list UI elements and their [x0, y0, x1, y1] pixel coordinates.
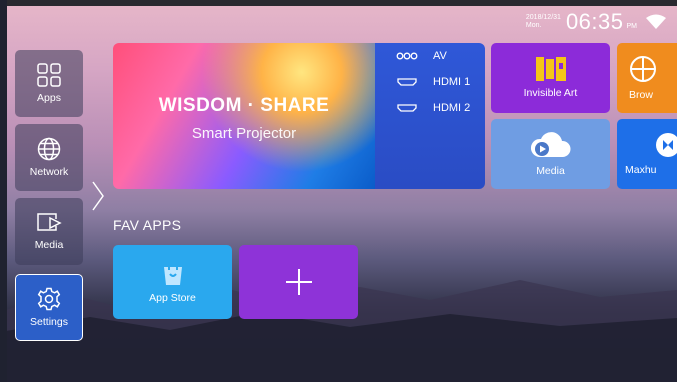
- hdmi-icon: [397, 78, 417, 86]
- shopping-bag-icon: [163, 260, 182, 285]
- tile-label: Brow: [629, 89, 653, 101]
- hero-subtitle: Smart Projector: [191, 125, 297, 142]
- input-source-av[interactable]: AV: [393, 50, 447, 62]
- media-play-icon: [37, 213, 62, 231]
- fav-app-store[interactable]: App Store: [113, 245, 232, 319]
- globe-icon: [37, 137, 61, 161]
- sidebar-item-label: Media: [34, 239, 64, 251]
- tile-label: App Store: [149, 292, 196, 304]
- sidebar-item-media[interactable]: Media: [15, 198, 83, 265]
- sidebar-item-label: Network: [29, 166, 69, 178]
- wifi-icon: [646, 14, 666, 29]
- date-text: 2018/12/31: [525, 14, 561, 21]
- input-source-label: AV: [433, 50, 447, 62]
- hdmi-icon: [397, 104, 417, 112]
- fav-add-app-button[interactable]: [239, 245, 358, 319]
- tile-label: Media: [536, 165, 565, 177]
- apps-grid-icon: [37, 63, 61, 87]
- plus-icon: [285, 269, 312, 295]
- tile-label: Maxhu: [625, 164, 657, 176]
- sidebar-item-apps[interactable]: Apps: [15, 50, 83, 117]
- input-source-hdmi2[interactable]: HDMI 2: [393, 102, 470, 114]
- date-display: 2018/12/31 Mon.: [526, 14, 561, 30]
- clock-time: 06:35: [565, 9, 624, 34]
- sidebar-item-label: Settings: [30, 316, 68, 328]
- hero-banner[interactable]: WISDOM · SHARE Smart Projector AV HDMI 1…: [113, 43, 485, 189]
- browser-icon: [630, 56, 656, 82]
- screen-frame-left: [0, 0, 7, 382]
- screen-frame-top: [0, 0, 677, 6]
- sidebar-item-network[interactable]: Network: [15, 124, 83, 191]
- weekday-text: Mon.: [525, 22, 542, 29]
- status-bar: 2018/12/31 Mon. 06:35 PM: [526, 9, 667, 35]
- input-source-label: HDMI 1: [433, 76, 471, 88]
- av-icon: [396, 52, 418, 60]
- tile-label: Invisible Art: [523, 87, 578, 99]
- input-source-hdmi1[interactable]: HDMI 1: [393, 76, 470, 88]
- tile-browser[interactable]: Brow: [617, 43, 677, 113]
- input-source-panel: AV HDMI 1 HDMI 2: [375, 43, 485, 189]
- tile-maxhub[interactable]: Maxhu: [617, 119, 677, 189]
- maxhub-icon: [656, 133, 677, 157]
- hero-title: WISDOM · SHARE: [158, 95, 330, 116]
- sidebar-item-label: Apps: [37, 92, 61, 104]
- fav-apps-title: FAV APPS: [113, 217, 182, 233]
- chevron-right-icon[interactable]: [91, 180, 105, 212]
- gear-icon: [37, 287, 61, 311]
- tile-media[interactable]: Media: [491, 119, 610, 189]
- input-source-label: HDMI 2: [433, 102, 471, 114]
- tile-invisible-art[interactable]: Invisible Art: [491, 43, 610, 113]
- invisible-art-icon: [535, 57, 566, 81]
- sidebar-item-settings[interactable]: Settings: [15, 274, 83, 341]
- clock-ampm: PM: [626, 22, 638, 30]
- cloud-play-icon: [530, 132, 571, 157]
